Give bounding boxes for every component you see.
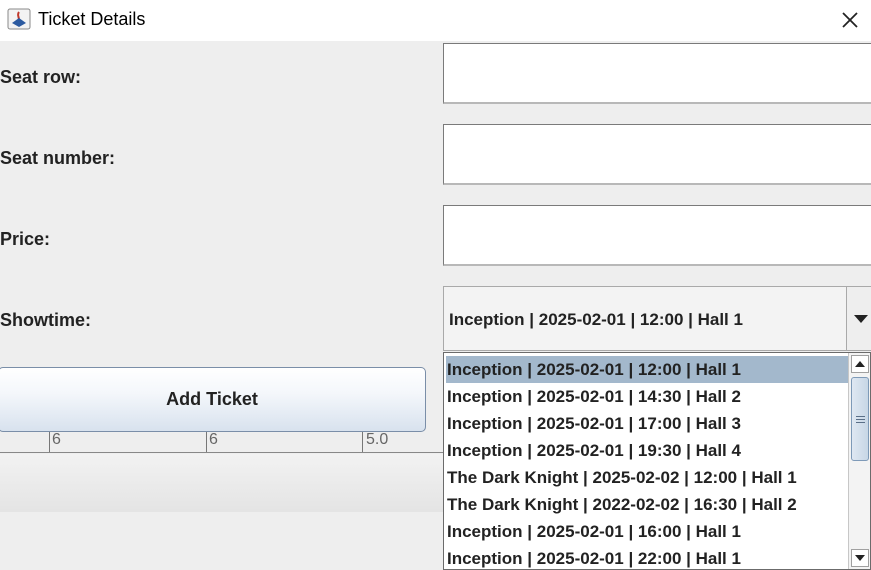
close-icon[interactable] [838,8,862,32]
background-area [0,512,443,570]
list-item[interactable]: Inception | 2025-02-01 | 22:00 | Hall 1 [446,545,849,569]
background-panel [0,454,443,513]
list-item[interactable]: Inception | 2025-02-01 | 12:00 | Hall 1 [446,356,849,383]
dropdown-scrollbar[interactable] [848,353,870,569]
arrow-down-icon [855,555,865,561]
list-item[interactable]: The Dark Knight | 2025-02-02 | 12:00 | H… [446,464,849,491]
table-cell: 6 [52,431,61,448]
list-item[interactable]: Inception | 2025-02-01 | 16:00 | Hall 1 [446,518,849,545]
seat-row-field[interactable] [443,43,871,104]
list-item[interactable]: The Dark Knight | 2022-02-02 | 16:30 | H… [446,491,849,518]
scroll-down-button[interactable] [851,549,869,567]
seat-number-label: Seat number: [0,148,116,168]
scroll-up-button[interactable] [851,355,869,373]
chevron-down-icon [854,315,868,323]
add-ticket-button[interactable]: Add Ticket [0,367,426,432]
price-field[interactable] [443,205,871,266]
title-bar: Ticket Details [0,0,871,41]
seat-row-label: Seat row: [0,67,82,87]
scroll-thumb[interactable] [851,377,869,461]
java-app-icon [7,8,31,30]
price-label: Price: [0,229,51,249]
combobox-arrow-button[interactable] [846,287,871,350]
showtime-label: Showtime: [0,310,92,330]
showtime-dropdown-list[interactable]: Inception | 2025-02-01 | 12:00 | Hall 1 … [443,352,871,570]
list-item[interactable]: Inception | 2025-02-01 | 17:00 | Hall 3 [446,410,849,437]
background-table-row: 6 6 5.0 [0,431,443,454]
list-item[interactable]: Inception | 2025-02-01 | 19:30 | Hall 4 [446,437,849,464]
table-cell: 5.0 [366,431,389,448]
showtime-selected-value: Inception | 2025-02-01 | 12:00 | Hall 1 [449,310,743,329]
list-item[interactable]: Inception | 2025-02-01 | 14:30 | Hall 2 [446,383,849,410]
arrow-up-icon [855,361,865,367]
table-cell: 6 [209,431,218,448]
seat-number-field[interactable] [443,124,871,185]
window-title: Ticket Details [38,9,146,29]
showtime-combobox[interactable]: Inception | 2025-02-01 | 12:00 | Hall 1 [443,286,871,351]
